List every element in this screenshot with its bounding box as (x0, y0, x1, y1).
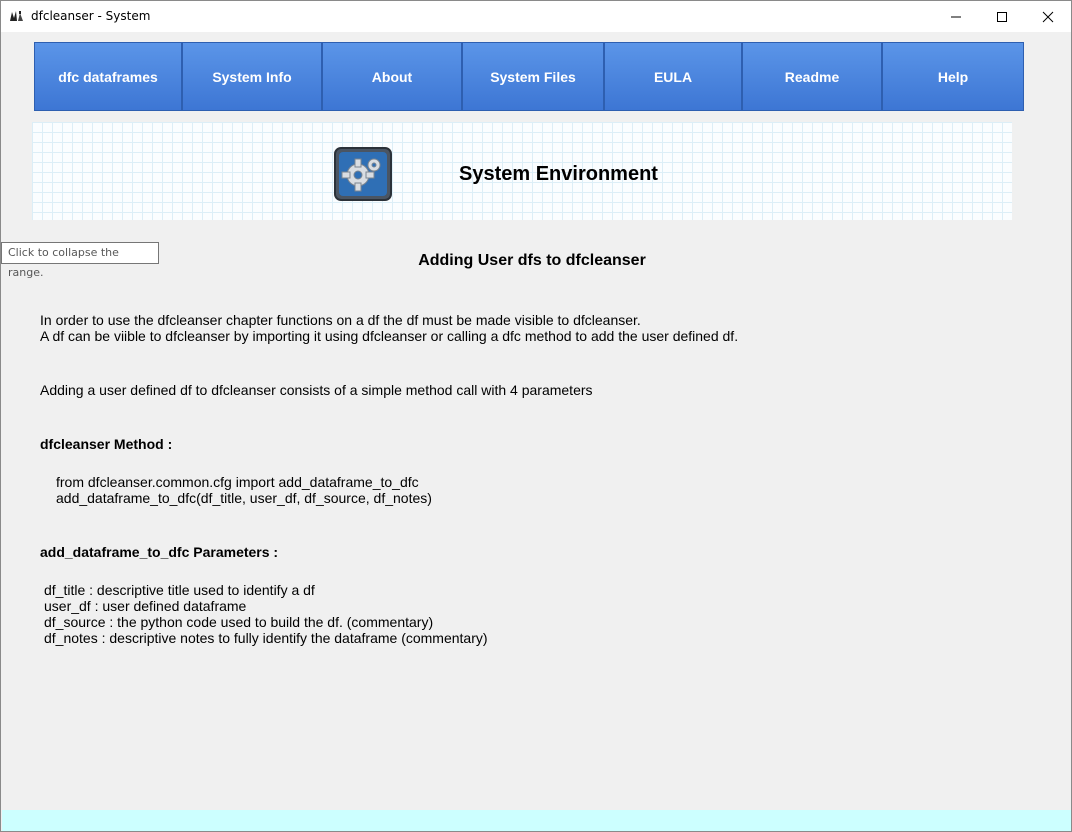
code-line-1: from dfcleanser.common.cfg import add_da… (56, 474, 419, 490)
tab-about[interactable]: About (322, 42, 462, 111)
maximize-icon (997, 11, 1007, 22)
tab-dfc-dataframes[interactable]: dfc dataframes (34, 42, 182, 111)
status-strip (2, 810, 1071, 831)
window-title: dfcleanser - System (31, 9, 151, 23)
summary-text: Adding a user defined df to dfcleanser c… (40, 382, 593, 398)
tab-system-files[interactable]: System Files (462, 42, 604, 111)
banner-title: System Environment (459, 163, 658, 185)
intro-text-line-2: A df can be viible to dfcleanser by impo… (40, 328, 739, 344)
tab-system-info[interactable]: System Info (182, 42, 322, 111)
system-environment-banner: System Environment (32, 122, 1012, 220)
gear-icon (334, 147, 392, 201)
close-icon (1042, 11, 1054, 22)
app-logo-icon (10, 11, 23, 21)
tab-help[interactable]: Help (882, 42, 1024, 111)
method-heading: dfcleanser Method : (40, 436, 173, 452)
param-df-source: df_source : the python code used to buil… (44, 614, 434, 630)
chapter-nav: dfc dataframes System Info About System … (34, 42, 1024, 111)
param-df-notes: df_notes : descriptive notes to fully id… (44, 630, 488, 646)
param-user-df: user_df : user defined dataframe (44, 598, 247, 614)
close-button[interactable] (1025, 1, 1071, 32)
param-df-title: df_title : descriptive title used to ide… (44, 582, 315, 598)
parameters-heading: add_dataframe_to_dfc Parameters : (40, 544, 279, 560)
intro-text-line-1: In order to use the dfcleanser chapter f… (40, 312, 641, 328)
tab-readme[interactable]: Readme (742, 42, 882, 111)
minimize-button[interactable] (933, 1, 979, 32)
code-line-2: add_dataframe_to_dfc(df_title, user_df, … (56, 490, 432, 506)
section-heading: Adding User dfs to dfcleanser (418, 252, 646, 269)
minimize-icon (951, 16, 961, 17)
application-window: dfcleanser - System dfc dataframes Syste… (0, 0, 1072, 832)
maximize-button[interactable] (979, 1, 1025, 32)
tab-eula[interactable]: EULA (604, 42, 742, 111)
title-bar[interactable]: dfcleanser - System (1, 1, 1071, 32)
